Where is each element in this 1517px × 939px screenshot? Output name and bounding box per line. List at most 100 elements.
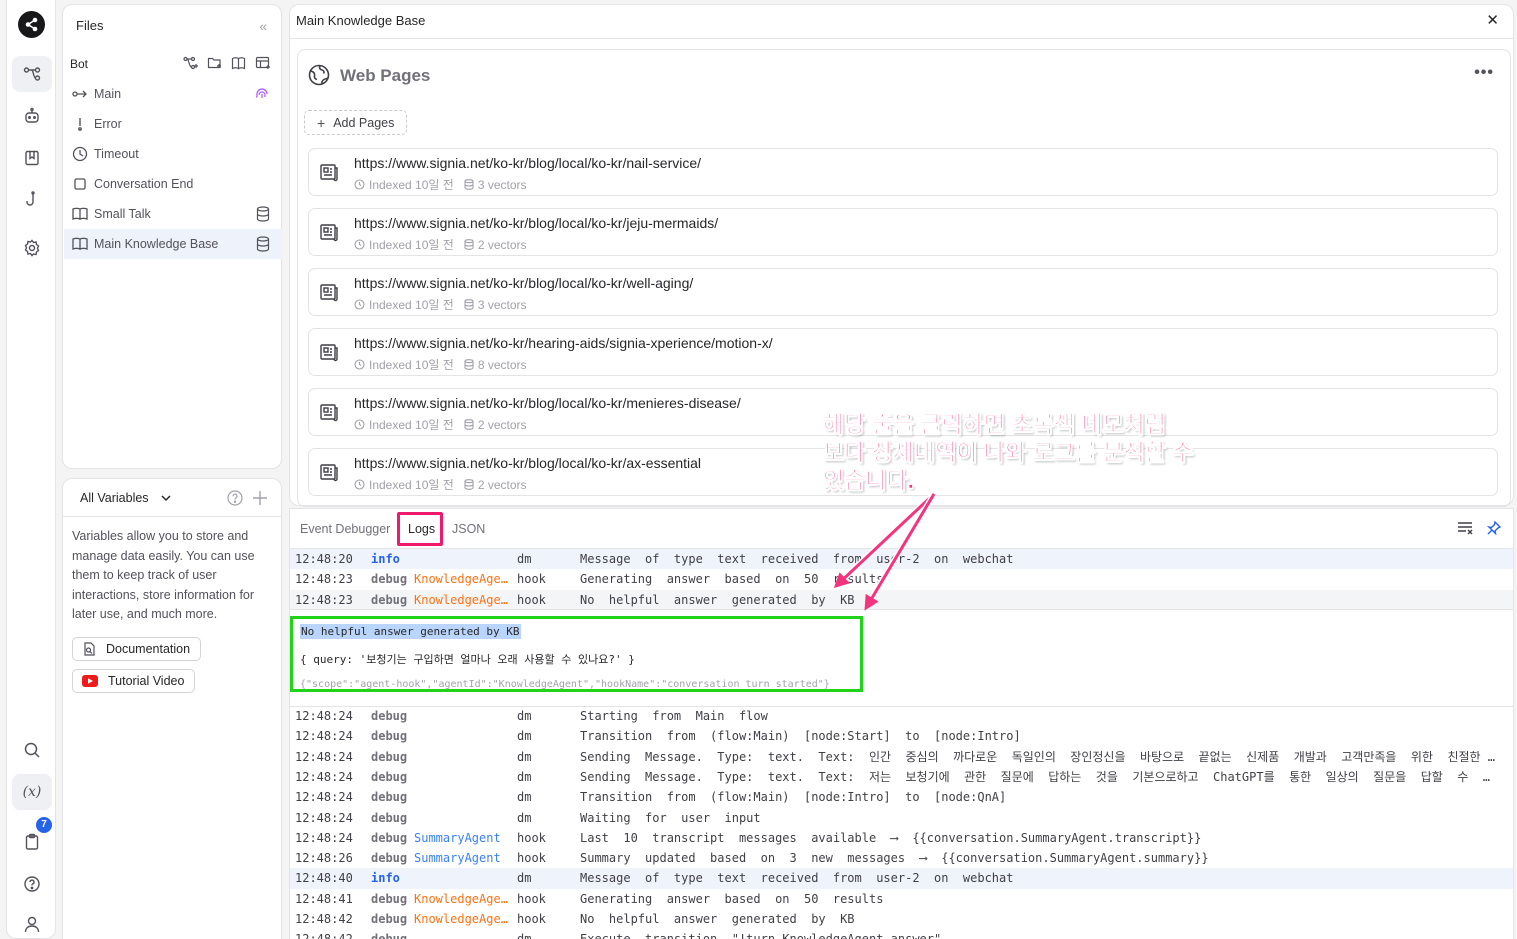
add-knowledge-icon[interactable] bbox=[231, 56, 247, 70]
log-source: SummaryAgent bbox=[414, 851, 501, 866]
collapse-icon[interactable]: « bbox=[259, 18, 267, 34]
log-source: KnowledgeAgent bbox=[414, 891, 510, 906]
tab-json[interactable]: JSON bbox=[452, 522, 485, 536]
web-page-row[interactable]: https://www.signia.net/ko-kr/blog/local/… bbox=[308, 148, 1498, 196]
log-tools bbox=[1457, 521, 1501, 535]
search-icon[interactable] bbox=[12, 732, 52, 768]
page-url[interactable]: https://www.signia.net/ko-kr/blog/local/… bbox=[354, 215, 718, 231]
log-line[interactable]: 12:48:24 debug dm Sending Message. Type: te… bbox=[290, 767, 1513, 787]
clipboard-icon[interactable]: 7 bbox=[12, 817, 52, 860]
log-message: Starting from Main flow bbox=[580, 709, 768, 723]
log-line[interactable]: 12:48:24 debug dm Transition from (flow:Mai… bbox=[290, 726, 1513, 746]
log-message: Sending Message. Type: text. Text: 인간 중심… bbox=[580, 749, 1500, 764]
annotation-line: 해당 줄을 클릭하면 초록색 네모처럼 bbox=[823, 411, 1167, 438]
web-page-row[interactable]: https://www.signia.net/ko-kr/blog/local/… bbox=[308, 268, 1498, 316]
document-icon bbox=[320, 344, 338, 362]
page-url[interactable]: https://www.signia.net/ko-kr/hearing-aid… bbox=[354, 335, 773, 351]
log-line[interactable]: 12:48:26 debug SummaryAgent hook Summary upd… bbox=[290, 848, 1513, 868]
log-line[interactable]: 12:48:24 debug dm Transition from (flow:Mai… bbox=[290, 787, 1513, 807]
log-line[interactable]: 12:48:42 debug KnowledgeAgent hook No helpfu… bbox=[290, 909, 1513, 929]
log-level: debug bbox=[371, 790, 408, 805]
help-circle-icon[interactable] bbox=[227, 490, 243, 506]
log-line[interactable]: 12:48:40 info dm Message of type text recei… bbox=[290, 868, 1513, 889]
log-category: dm bbox=[517, 749, 532, 764]
variables-title: All Variables bbox=[80, 491, 149, 505]
log-line[interactable]: 12:48:24 debug dm Sending Message. Type: te… bbox=[290, 747, 1513, 767]
add-folder-icon[interactable] bbox=[207, 56, 223, 70]
documentation-button[interactable]: Documentation bbox=[72, 637, 202, 661]
settings-gear-icon[interactable] bbox=[12, 230, 52, 266]
page-url[interactable]: https://www.signia.net/ko-kr/blog/local/… bbox=[354, 395, 741, 411]
more-options-icon[interactable]: ••• bbox=[1474, 64, 1494, 82]
pin-icon[interactable] bbox=[1487, 521, 1501, 535]
add-table-icon[interactable] bbox=[255, 56, 271, 70]
tutorial-video-button[interactable]: Tutorial Video bbox=[72, 669, 196, 693]
user-icon[interactable] bbox=[12, 906, 52, 939]
bot-label: Bot bbox=[70, 57, 89, 71]
clock-icon bbox=[354, 239, 365, 250]
vector-count: 8 vectors bbox=[477, 357, 527, 372]
log-line[interactable]: 12:48:24 debug SummaryAgent hook Last 10 tra… bbox=[290, 828, 1513, 848]
log-category: dm bbox=[517, 810, 532, 825]
log-category: hook bbox=[517, 891, 546, 906]
variables-icon[interactable]: (x) bbox=[12, 774, 52, 810]
file-item-small-talk[interactable]: Small Talk bbox=[64, 199, 282, 229]
book-icon[interactable] bbox=[12, 140, 52, 176]
log-time: 12:48:23 bbox=[295, 592, 353, 607]
page-url[interactable]: https://www.signia.net/ko-kr/blog/local/… bbox=[354, 455, 701, 471]
page-meta: Indexed 10일 전 2 vectors bbox=[354, 236, 531, 253]
log-line[interactable]: 12:48:42 debug dm Execute transition "!turn… bbox=[290, 929, 1513, 939]
flows-icon[interactable] bbox=[12, 56, 52, 92]
file-item-conversation-end[interactable]: Conversation End bbox=[64, 169, 282, 199]
clear-logs-icon[interactable] bbox=[1457, 521, 1473, 535]
log-line[interactable]: 12:48:41 debug KnowledgeAgent hook Generatin… bbox=[290, 889, 1513, 909]
log-line[interactable]: 12:48:23 debug KnowledgeAgent hook Generatin… bbox=[290, 569, 1513, 589]
file-item-timeout[interactable]: Timeout bbox=[64, 139, 282, 169]
file-item-label: Error bbox=[94, 117, 122, 131]
log-line[interactable]: 12:48:23 debug KnowledgeAgent hook No helpfu… bbox=[290, 589, 1513, 610]
page-url[interactable]: https://www.signia.net/ko-kr/blog/local/… bbox=[354, 275, 693, 291]
fingerprint-icon[interactable] bbox=[254, 86, 270, 102]
variables-dropdown[interactable]: All Variables bbox=[80, 491, 172, 505]
add-pages-button[interactable]: + Add Pages bbox=[304, 110, 408, 135]
log-line[interactable]: 12:48:20 info dm Message of type text recei… bbox=[290, 549, 1513, 570]
main-flow-icon bbox=[72, 86, 88, 102]
log-category: dm bbox=[517, 871, 532, 886]
web-page-row[interactable]: https://www.signia.net/ko-kr/blog/local/… bbox=[308, 208, 1498, 256]
indexed-time: Indexed 10일 전 bbox=[369, 358, 454, 372]
log-time: 12:48:41 bbox=[295, 891, 353, 906]
page-meta: Indexed 10일 전 3 vectors bbox=[354, 296, 531, 313]
bot-icon[interactable] bbox=[12, 98, 52, 134]
share-logo-icon[interactable] bbox=[18, 11, 45, 38]
web-page-row[interactable]: https://www.signia.net/ko-kr/hearing-aid… bbox=[308, 328, 1498, 376]
document-icon bbox=[320, 164, 338, 182]
log-category: dm bbox=[517, 552, 532, 566]
file-item-main-knowledge-base[interactable]: Main Knowledge Base bbox=[64, 229, 282, 259]
log-category: dm bbox=[517, 729, 532, 744]
add-variable-icon[interactable] bbox=[252, 490, 268, 506]
indexed-time: Indexed 10일 전 bbox=[369, 238, 454, 252]
add-flow-icon[interactable] bbox=[183, 56, 199, 70]
variables-panel: All Variables Variables allow you to sto… bbox=[62, 478, 282, 939]
logs-tab-highlight bbox=[397, 512, 443, 546]
log-category: hook bbox=[517, 830, 546, 845]
close-icon[interactable]: ✕ bbox=[1486, 11, 1499, 29]
hook-icon[interactable] bbox=[12, 182, 52, 218]
indexed-time: Indexed 10일 전 bbox=[369, 298, 454, 312]
log-message: Message of type text received from user-… bbox=[580, 871, 1014, 886]
square-icon bbox=[72, 176, 88, 192]
file-item-main[interactable]: Main bbox=[64, 79, 282, 109]
log-message: Sending Message. Type: text. Text: 저는 보청… bbox=[580, 769, 1500, 784]
log-line[interactable]: 12:48:24 debug dm Waiting for user input bbox=[290, 808, 1513, 828]
tab-event-debugger[interactable]: Event Debugger bbox=[300, 522, 390, 536]
indexed-time: Indexed 10일 전 bbox=[369, 418, 454, 432]
file-item-error[interactable]: Error bbox=[64, 109, 282, 139]
log-level: debug bbox=[371, 729, 408, 744]
page-url[interactable]: https://www.signia.net/ko-kr/blog/local/… bbox=[354, 155, 701, 171]
log-message: Transition from (flow:Main) [node:Intro]… bbox=[580, 790, 1007, 805]
clock-icon bbox=[354, 419, 365, 430]
log-level: debug bbox=[371, 810, 408, 825]
log-line[interactable]: 12:48:24 debug dm Starting from Main flow bbox=[290, 706, 1513, 726]
files-title: Files bbox=[76, 18, 104, 33]
help-icon[interactable] bbox=[12, 866, 52, 902]
